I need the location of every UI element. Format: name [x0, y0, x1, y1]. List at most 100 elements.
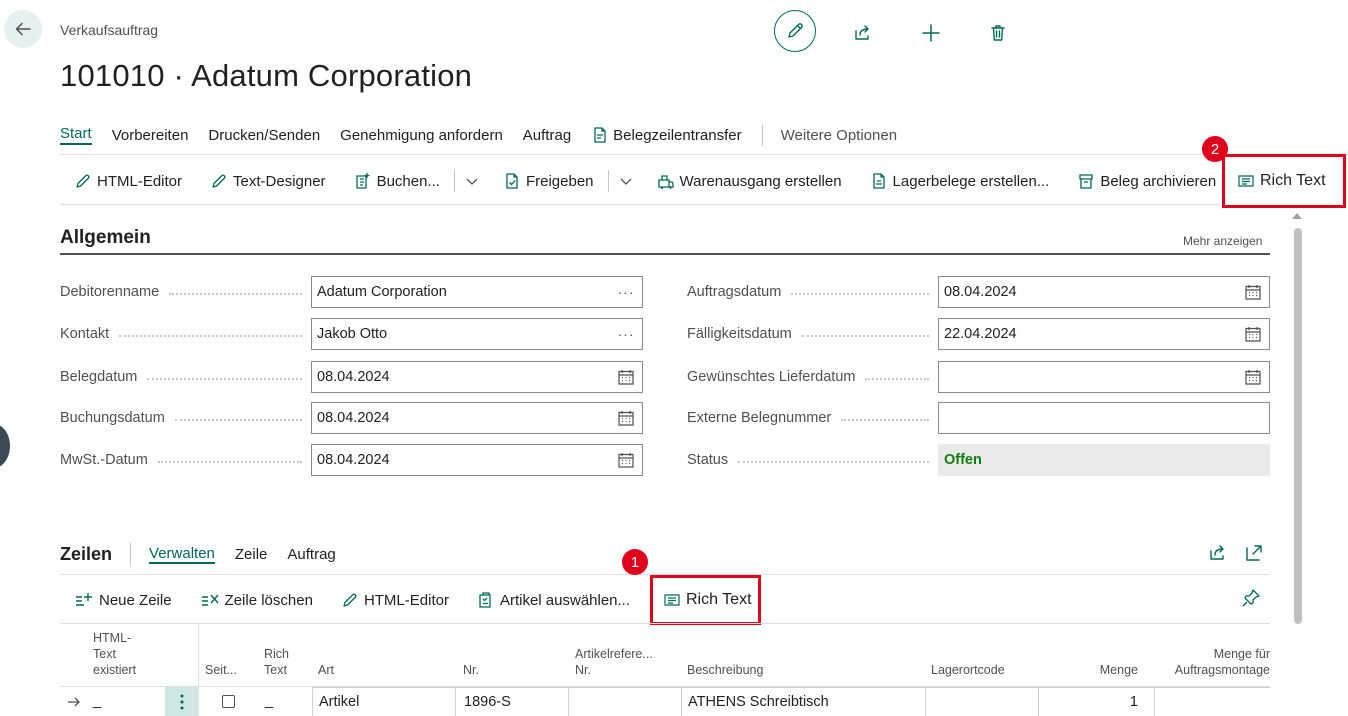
tab-order[interactable]: Auftrag — [523, 127, 571, 144]
post-button[interactable]: Buchen... — [340, 164, 454, 198]
rich-text-icon — [664, 594, 680, 606]
requested-delivery-field[interactable] — [938, 361, 1270, 393]
col-type[interactable]: Art — [318, 662, 334, 678]
new-line-button[interactable]: Neue Zeile — [60, 583, 186, 617]
leader-dots — [174, 419, 302, 421]
calendar-button[interactable] — [615, 449, 637, 471]
row-description: ATHENS Schreibtisch — [688, 694, 829, 710]
posting-date-value: 08.04.2024 — [317, 410, 390, 426]
delete-button[interactable] — [977, 12, 1019, 54]
back-button[interactable] — [4, 10, 42, 48]
contact-field[interactable]: Jakob Otto ··· — [311, 318, 643, 350]
new-button[interactable] — [910, 12, 952, 54]
col-page[interactable]: Seit... — [205, 662, 237, 678]
col-header-line: Nr. — [575, 663, 591, 677]
select-items-button[interactable]: Artikel auswählen... — [463, 583, 644, 617]
expand-icon — [1246, 545, 1262, 561]
posting-date-field[interactable]: 08.04.2024 — [311, 402, 643, 434]
calendar-button[interactable] — [615, 407, 637, 429]
delete-line-button[interactable]: Zeile löschen — [186, 583, 327, 617]
lines-title: Zeilen — [60, 543, 113, 564]
col-header-line: Auftragsmontage — [1174, 663, 1270, 677]
col-html-text-exists[interactable]: HTML- Text existiert — [93, 630, 136, 678]
tab-request-approval[interactable]: Genehmigung anfordern — [340, 127, 503, 144]
lines-share-button[interactable] — [1208, 543, 1228, 563]
release-dropdown-button[interactable] — [609, 164, 643, 198]
row-item-ref-cell[interactable] — [569, 687, 681, 716]
tab-line-transfer[interactable]: Belegzeilentransfer — [591, 126, 742, 144]
col-no[interactable]: Nr. — [463, 662, 479, 678]
post-dropdown-button[interactable] — [455, 164, 489, 198]
row-html-text-exists[interactable]: _ — [93, 693, 101, 709]
col-description[interactable]: Beschreibung — [687, 662, 763, 678]
create-whse-docs-button[interactable]: Lagerbelege erstellen... — [856, 164, 1064, 198]
calendar-button[interactable] — [1242, 281, 1264, 303]
html-editor-button[interactable]: HTML-Editor — [60, 164, 196, 198]
new-line-icon — [76, 593, 92, 606]
lines-tab-order[interactable]: Auftrag — [287, 546, 335, 563]
leader-dots — [169, 293, 302, 295]
pin-button[interactable] — [1241, 588, 1261, 608]
contact-label-text: Kontakt — [60, 326, 110, 342]
rich-text-icon — [1238, 175, 1254, 187]
calendar-icon — [1245, 327, 1261, 342]
calendar-button[interactable] — [1242, 323, 1264, 345]
lines-tab-line[interactable]: Zeile — [235, 546, 268, 563]
create-shipment-button[interactable]: Warenausgang erstellen — [643, 164, 856, 198]
show-more-link[interactable]: Mehr anzeigen — [1183, 234, 1262, 248]
due-date-value: 22.04.2024 — [944, 326, 1017, 342]
col-rich-text[interactable]: Rich Text — [264, 646, 289, 678]
share-button[interactable] — [842, 12, 884, 54]
more-vertical-icon — [180, 694, 183, 709]
row-assembly-qty-cell[interactable] — [1155, 687, 1270, 716]
calendar-button[interactable] — [615, 366, 637, 388]
lines-toolbar: Neue Zeile Zeile löschen HTML-Editor Art… — [60, 584, 644, 616]
leader-dots — [791, 293, 929, 295]
lookup-button[interactable]: ··· — [615, 281, 637, 303]
tab-print-send[interactable]: Drucken/Senden — [208, 127, 320, 144]
tab-start[interactable]: Start — [60, 125, 92, 145]
col-quantity[interactable]: Menge — [1060, 662, 1138, 678]
pin-icon — [1242, 589, 1260, 607]
lines-tab-manage[interactable]: Verwalten — [149, 545, 215, 564]
release-label: Freigeben — [525, 172, 594, 190]
tab-line-transfer-label: Belegzeilentransfer — [613, 126, 742, 144]
customer-name-field[interactable]: Adatum Corporation ··· — [311, 276, 643, 308]
due-date-field[interactable]: 22.04.2024 — [938, 318, 1270, 350]
lines-expand-button[interactable] — [1244, 543, 1264, 563]
leader-dots — [738, 461, 929, 463]
external-doc-no-field[interactable] — [938, 402, 1270, 434]
calendar-button[interactable] — [1242, 366, 1264, 388]
side-panel-toggle[interactable] — [0, 424, 10, 468]
document-date-field[interactable]: 08.04.2024 — [311, 361, 643, 393]
tab-prepare[interactable]: Vorbereiten — [112, 127, 189, 144]
leader-dots — [801, 335, 929, 337]
col-location[interactable]: Lagerortcode — [931, 662, 1005, 678]
status-field: Offen — [938, 444, 1270, 476]
row-actions-button[interactable] — [165, 687, 198, 716]
col-assembly-qty[interactable]: Menge für Auftragsmontage — [1150, 646, 1270, 678]
lines-rich-text-button[interactable]: Rich Text — [653, 584, 762, 616]
due-date-label-text: Fälligkeitsdatum — [687, 326, 792, 342]
row-location-cell[interactable] — [926, 687, 1038, 716]
lookup-button[interactable]: ··· — [615, 323, 637, 345]
col-item-reference[interactable]: Artikelrefere... Nr. — [575, 646, 653, 678]
lines-html-editor-button[interactable]: HTML-Editor — [327, 583, 463, 617]
status-label-text: Status — [687, 452, 729, 468]
step-badge-2: 2 — [1202, 136, 1228, 162]
order-date-field[interactable]: 08.04.2024 — [938, 276, 1270, 308]
scroll-up-arrow[interactable] — [1291, 211, 1303, 221]
archive-button[interactable]: Beleg archivieren — [1063, 164, 1230, 198]
scrollbar-thumb[interactable] — [1294, 228, 1302, 624]
rich-text-button[interactable]: Rich Text — [1225, 164, 1338, 198]
row-page-checkbox[interactable] — [222, 695, 235, 708]
calendar-icon — [618, 453, 634, 468]
text-designer-button[interactable]: Text-Designer — [196, 164, 340, 198]
tab-more-options[interactable]: Weitere Optionen — [781, 127, 897, 144]
vat-date-field[interactable]: 08.04.2024 — [311, 444, 643, 476]
release-button[interactable]: Freigeben — [489, 164, 608, 198]
vat-date-label-text: MwSt.-Datum — [60, 452, 148, 468]
requested-delivery-label-text: Gewünschtes Lieferdatum — [687, 369, 856, 385]
row-rich-text[interactable]: _ — [265, 693, 273, 709]
edit-button[interactable] — [774, 10, 816, 52]
